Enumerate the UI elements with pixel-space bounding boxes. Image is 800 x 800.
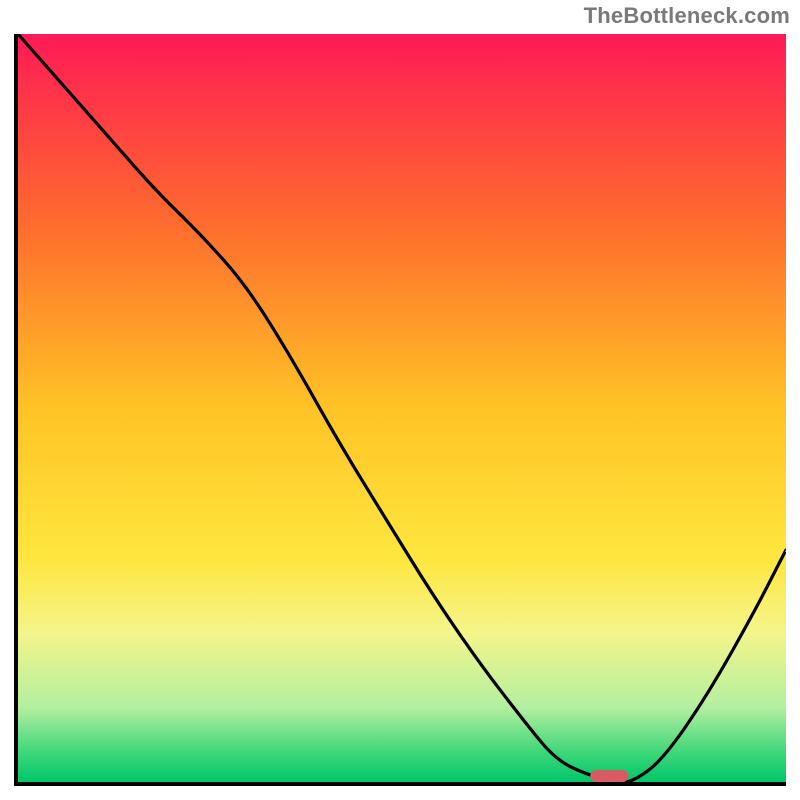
watermark-text: TheBottleneck.com: [584, 3, 790, 29]
plot-area: [14, 34, 786, 786]
optimal-marker: [590, 770, 628, 782]
chart-svg: [18, 34, 786, 782]
gradient-background: [18, 34, 786, 782]
chart-container: TheBottleneck.com: [0, 0, 800, 800]
